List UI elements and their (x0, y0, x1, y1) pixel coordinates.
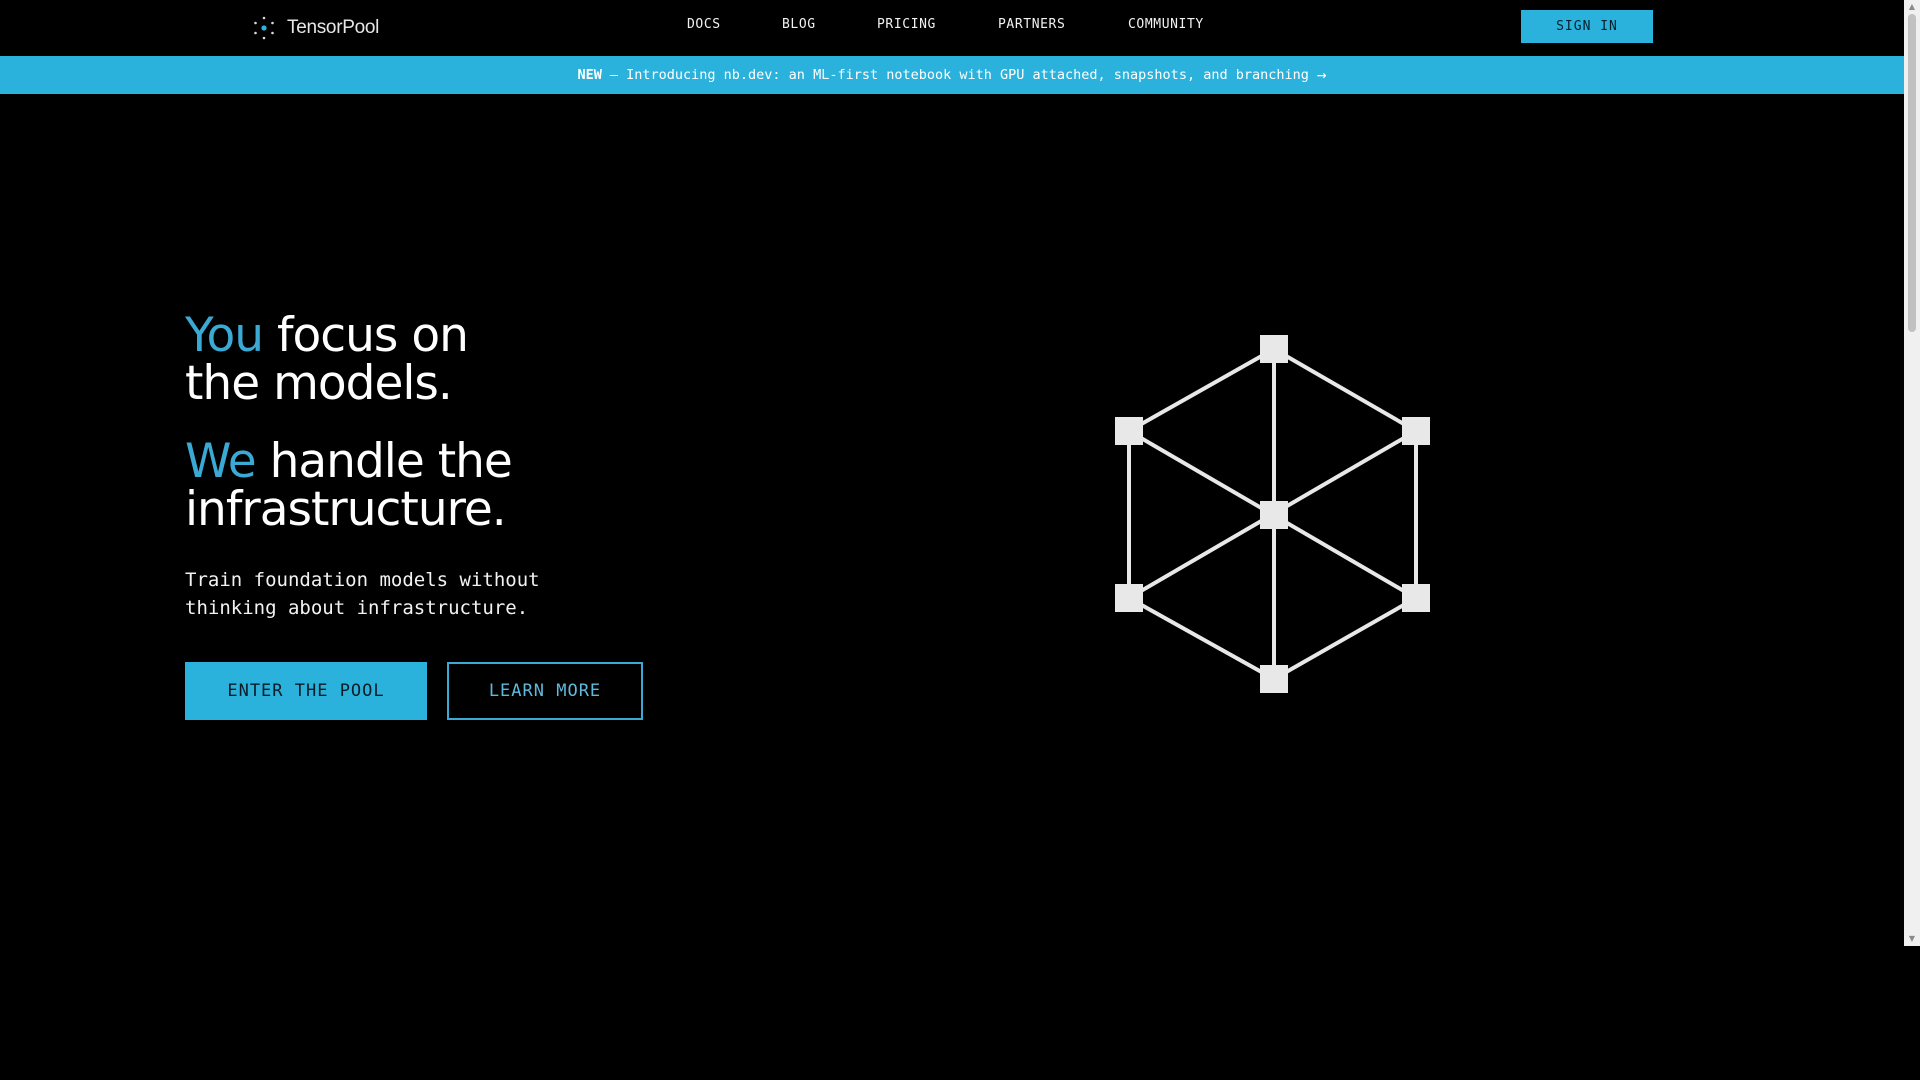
nav-link-partners[interactable]: PARTNERS (998, 17, 1065, 32)
hero-content: You focus on the models. We handle the i… (185, 312, 805, 720)
learn-more-button[interactable]: LEARN MORE (447, 662, 643, 720)
nav-link-docs[interactable]: DOCS (687, 17, 721, 32)
graph-node-lower-left (1115, 584, 1143, 612)
hero-subtext: Train foundation models without thinking… (185, 569, 540, 619)
headline-2-accent: We (185, 434, 257, 489)
announcement-badge: NEW (577, 67, 602, 83)
headline-1-rest: focus on (263, 308, 469, 363)
headline-2-rest: handle the (255, 434, 513, 489)
headline-2-second: infrastructure. (185, 482, 507, 537)
scroll-down-icon[interactable]: ▼ (1908, 935, 1916, 943)
nav-link-pricing[interactable]: PRICING (877, 17, 936, 32)
hexagon-network-graph-icon (1115, 335, 1430, 693)
graph-node-upper-right (1402, 417, 1430, 445)
graph-node-lower-right (1402, 584, 1430, 612)
arrow-right-icon: → (1316, 65, 1327, 84)
graph-node-bottom (1260, 665, 1288, 693)
announcement-text: — Introducing nb.dev: an ML-first notebo… (609, 67, 1309, 83)
page-scrollbar[interactable]: ▲ ▼ (1904, 0, 1920, 946)
nav-link-community[interactable]: COMMUNITY (1128, 17, 1204, 32)
hero-headline-2: We handle the infrastructure. (185, 438, 805, 534)
top-nav: TensorPool DOCS BLOG PRICING PARTNERS CO… (0, 0, 1904, 56)
scrollbar-thumb[interactable] (1908, 14, 1916, 332)
scroll-up-icon[interactable]: ▲ (1908, 3, 1916, 11)
headline-1-second: the models. (185, 356, 453, 411)
nav-link-blog[interactable]: BLOG (782, 17, 816, 32)
graph-node-upper-left (1115, 417, 1143, 445)
sign-in-button[interactable]: SIGN IN (1521, 10, 1653, 43)
graph-node-center (1260, 501, 1288, 529)
enter-the-pool-button[interactable]: ENTER THE POOL (185, 662, 427, 720)
announcement-banner[interactable]: NEW — Introducing nb.dev: an ML-first no… (0, 56, 1904, 94)
cta-row: ENTER THE POOL LEARN MORE (185, 662, 805, 720)
headline-1-accent: You (185, 308, 264, 363)
graph-node-top (1260, 335, 1288, 363)
hero-headline-1: You focus on the models. (185, 312, 805, 408)
